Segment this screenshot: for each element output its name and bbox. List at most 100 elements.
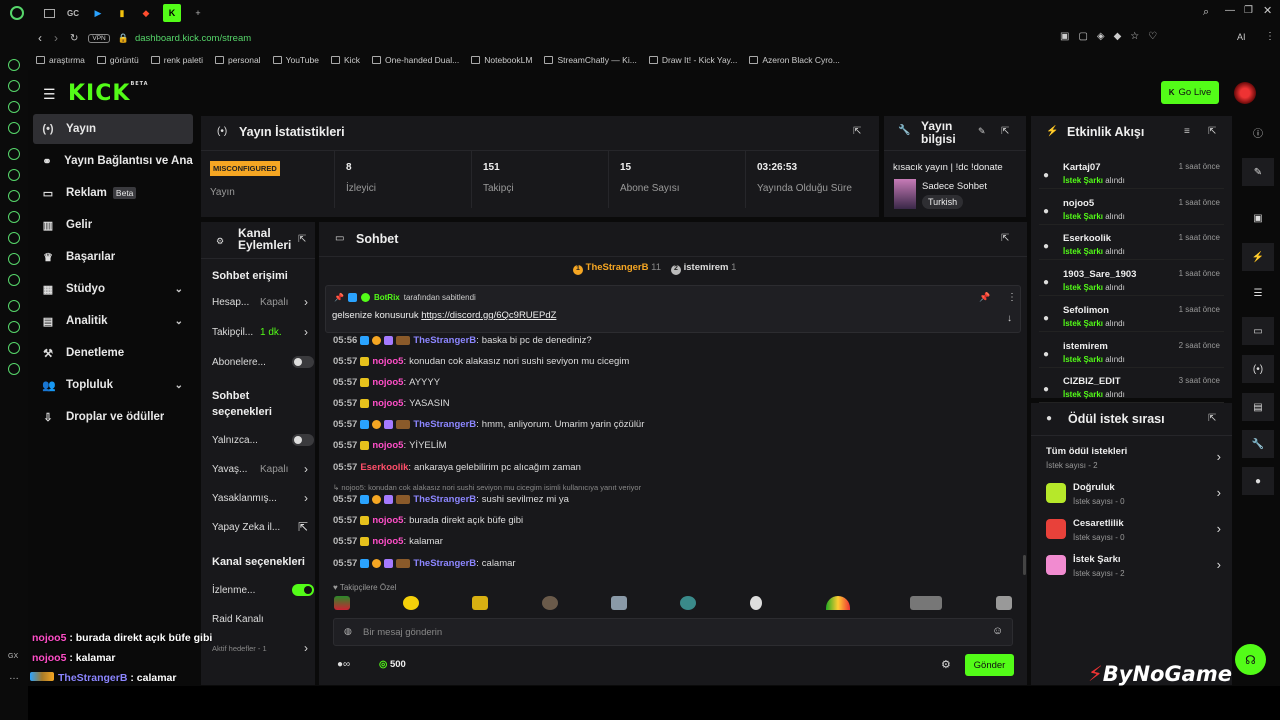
chat-icon[interactable]: ▭ xyxy=(1242,317,1274,345)
setting-row[interactable]: Aktif hedefler - 1 › xyxy=(212,638,308,658)
chevron-down-icon[interactable]: ⌄ xyxy=(175,380,183,391)
setting-row[interactable]: Takipçil... 1 dk. › xyxy=(212,322,308,342)
event-item[interactable]: ● Kartaj07 İstek Şarkı alındı 1 saat önce xyxy=(1039,156,1224,189)
bookmark-item[interactable]: One-handed Dual... xyxy=(372,55,459,65)
minimize-icon[interactable]: — xyxy=(1225,5,1235,16)
emote-icon[interactable] xyxy=(910,596,942,610)
chat-message[interactable]: 05:57 nojoo5: konudan cok alakasız nori su… xyxy=(333,356,629,367)
message-user[interactable]: TheStrangerB xyxy=(413,419,476,430)
toggle-switch[interactable] xyxy=(292,584,314,596)
chat-message[interactable]: 05:57 TheStrangerB: hmm, anliyorum. Umarim… xyxy=(333,419,644,430)
message-user[interactable]: TheStrangerB xyxy=(413,558,476,569)
kick-logo[interactable]: KICKBETA xyxy=(68,81,149,106)
restore-icon[interactable]: ❐ xyxy=(1244,5,1253,16)
sidebar-app-icon[interactable] xyxy=(8,59,20,71)
bookmark-item[interactable]: Kick xyxy=(330,55,360,65)
emote-icon[interactable] xyxy=(996,596,1012,610)
edit-icon[interactable]: ✎ xyxy=(1242,158,1274,186)
reward-icon[interactable]: ● xyxy=(1242,467,1274,495)
tab-icon[interactable] xyxy=(44,8,55,18)
toggle-switch[interactable] xyxy=(292,434,314,446)
event-item[interactable]: ● istemirem İstek Şarkı alındı 2 saat önce xyxy=(1039,335,1224,368)
bookmark-item[interactable]: Draw It! - Kick Yay... xyxy=(648,55,737,65)
emote-icon[interactable] xyxy=(680,596,696,610)
panel-icon[interactable]: ▤ xyxy=(1242,393,1274,421)
setting-row[interactable]: Yavaş... Kapalı › xyxy=(212,459,308,479)
popout-icon[interactable]: ⇱ xyxy=(1208,413,1216,424)
player-icon[interactable] xyxy=(8,300,20,312)
sidebar-item[interactable]: ⚒ Denetleme xyxy=(33,338,193,368)
setting-row[interactable]: Yasaklanmış... › xyxy=(212,488,308,508)
list-icon[interactable]: ☰ xyxy=(1240,279,1276,307)
top-chatter[interactable]: 2 istemirem 1 xyxy=(670,262,736,275)
sidebar-app-icon[interactable] xyxy=(8,148,20,160)
setting-row[interactable]: Hesap... Kapalı › xyxy=(212,292,308,312)
whatsapp-icon[interactable] xyxy=(8,169,20,181)
sidebar-item[interactable]: ♛ Başarılar xyxy=(33,242,193,272)
message-user[interactable]: nojoo5 xyxy=(372,356,403,367)
sidebar-app-icon[interactable] xyxy=(8,274,20,286)
pinned-by[interactable]: BotRix xyxy=(374,293,400,302)
chat-message[interactable]: 05:57 nojoo5: AYYYY xyxy=(333,377,440,388)
edit-icon[interactable]: ✎ xyxy=(978,126,986,137)
popout-icon[interactable]: ⇱ xyxy=(853,126,861,137)
emote-icon[interactable] xyxy=(403,596,419,610)
support-button[interactable]: ☊ xyxy=(1235,644,1266,675)
sidebar-item[interactable]: 👥 Topluluk ⌄ xyxy=(33,370,193,400)
extensions-icon[interactable]: ▣▢◈◆☆♡ xyxy=(1060,31,1166,42)
event-item[interactable]: ● CIZBIZ_EDIT İstek Şarkı alındı 3 saat önc… xyxy=(1039,370,1224,404)
bookmark-item[interactable]: NotebookLM xyxy=(471,55,532,65)
bookmark-item[interactable]: araştırma xyxy=(36,55,85,65)
filter-icon[interactable]: ≡ xyxy=(1184,126,1190,137)
close-icon[interactable]: ✕ xyxy=(1263,4,1272,17)
sidebar-item[interactable]: ▤ Analitik ⌄ xyxy=(33,306,193,336)
chat-message[interactable]: 05:57 nojoo5: kalamar xyxy=(333,536,443,547)
sidebar-app-icon[interactable] xyxy=(8,101,20,113)
sidebar-app-icon[interactable] xyxy=(8,80,20,92)
event-item[interactable]: ● 1903_Sare_1903 İstek Şarkı alındı 1 saat … xyxy=(1039,263,1224,297)
chat-message[interactable]: 05:57 nojoo5: YASASIN xyxy=(333,398,450,409)
message-user[interactable]: nojoo5 xyxy=(372,536,403,547)
settings-gear-icon[interactable]: ⚙ xyxy=(941,658,951,671)
broadcast-icon[interactable]: (•) xyxy=(1242,355,1274,383)
new-tab-button[interactable]: + xyxy=(191,6,205,20)
sidebar-item[interactable]: ⚭ Yayın Bağlantısı ve Anahtarı xyxy=(33,146,193,176)
popout-icon[interactable]: ⇱ xyxy=(1001,126,1009,137)
chat-input[interactable]: ◍ Bir mesaj gönderin ☺ xyxy=(333,618,1013,646)
sidebar-item[interactable]: ⇩ Droplar ve ödüller xyxy=(33,402,193,432)
emote-icon[interactable] xyxy=(750,596,762,610)
event-item[interactable]: ● nojoo5 İstek Şarkı alındı 1 saat önce xyxy=(1039,192,1224,225)
popout-icon[interactable]: ⇱ xyxy=(1208,126,1216,137)
wrench-icon[interactable]: 🔧 xyxy=(1242,430,1274,458)
emoji-icon[interactable]: ☺ xyxy=(992,625,1003,637)
chat-settings-icon[interactable]: ●∞ xyxy=(337,659,350,670)
lightning-icon[interactable]: ⚡ xyxy=(1242,243,1274,271)
emote-icon[interactable] xyxy=(542,596,558,610)
bookmark-item[interactable]: renk paleti xyxy=(150,55,203,65)
ai-button[interactable]: AI xyxy=(1237,32,1246,42)
message-user[interactable]: nojoo5 xyxy=(372,377,403,388)
bookmark-item[interactable]: görüntü xyxy=(96,55,139,65)
reward-queue-item[interactable]: Doğruluk İstek sayısı - 0 › xyxy=(1046,479,1221,509)
sidebar-app-icon[interactable] xyxy=(8,122,20,134)
chevron-down-icon[interactable]: ⌄ xyxy=(175,284,183,295)
message-user[interactable]: Eserkoolik xyxy=(360,462,408,473)
event-item[interactable]: ● Sefolimon İstek Şarkı alındı 1 saat önce xyxy=(1039,299,1224,332)
sidebar-item[interactable]: ▦ Stüdyo ⌄ xyxy=(33,274,193,304)
setting-row[interactable]: İzlenme... xyxy=(212,580,314,600)
card-icon[interactable]: ▣ xyxy=(1240,204,1276,232)
vpn-badge[interactable]: VPN xyxy=(88,33,110,43)
toggle-switch[interactable] xyxy=(292,356,314,368)
more-options-icon[interactable]: ⋮ xyxy=(1007,292,1017,303)
popout-icon[interactable]: ⇱ xyxy=(1001,233,1009,244)
message-user[interactable]: nojoo5 xyxy=(372,515,403,526)
tab-icon[interactable]: ▮ xyxy=(115,6,129,20)
tab-kick-active[interactable]: K xyxy=(163,4,181,22)
bookmark-item[interactable]: Azeron Black Cyro... xyxy=(749,55,840,65)
reward-queue-item[interactable]: Tüm ödül istekleri İstek sayısı - 2 › xyxy=(1046,443,1221,473)
chat-message[interactable]: 05:57 TheStrangerB: calamar xyxy=(333,558,516,569)
send-button[interactable]: Gönder xyxy=(965,654,1014,676)
setting-row[interactable]: Yapay Zeka il... ⇱ xyxy=(212,517,308,537)
chat-message[interactable]: 05:57 TheStrangerB: sushi sevilmez mi ya xyxy=(333,494,569,505)
unpin-icon[interactable]: 📌 xyxy=(979,292,990,303)
